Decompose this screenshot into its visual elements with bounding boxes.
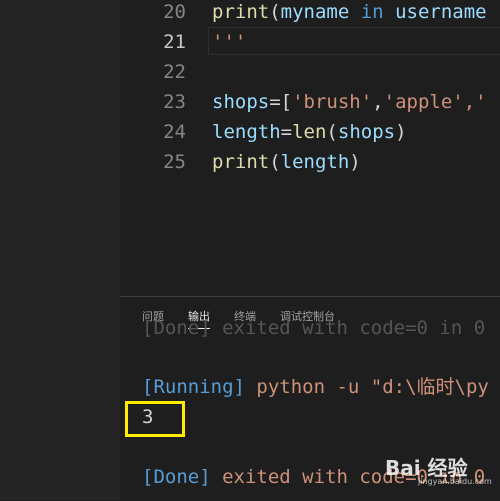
- line-number: 21: [163, 31, 186, 53]
- code-token: ): [349, 151, 361, 173]
- code-token: ): [395, 121, 407, 143]
- code-line-22[interactable]: 22: [120, 57, 500, 87]
- output-scrolled-line: [Done] exited with code=0 in 0: [142, 317, 486, 339]
- running-label: [Running]: [142, 376, 245, 398]
- line-number: 20: [163, 1, 186, 23]
- code-token: (: [326, 121, 338, 143]
- code-token: =[: [269, 91, 293, 113]
- output-running-line: [Running] python -u "d:\临时\py: [142, 374, 489, 400]
- code-token: (: [269, 1, 281, 23]
- code-line-21[interactable]: 21 ''': [120, 27, 500, 57]
- code-line-23[interactable]: 23 shops=['brush','apple',': [120, 87, 500, 117]
- code-token: len: [292, 121, 327, 143]
- code-token: shops: [337, 121, 396, 143]
- watermark-url: jingyan.baidu.com: [418, 477, 492, 486]
- code-token: 'apple': [383, 91, 464, 113]
- code-editor[interactable]: 20 print(myname in username 21 ''' 22 23…: [120, 0, 500, 296]
- code-token: ''': [212, 31, 247, 53]
- code-token: length: [280, 151, 350, 173]
- line-number: 25: [163, 151, 186, 173]
- code-token: ,: [372, 91, 384, 113]
- code-token: ,': [463, 91, 487, 113]
- code-token: print: [212, 151, 270, 173]
- result-highlight-box: [125, 401, 185, 437]
- line-number: 22: [163, 61, 186, 83]
- done-label: [Done]: [142, 466, 211, 488]
- code-text: print(myname in username: [212, 0, 487, 27]
- code-line-25[interactable]: 25 print(length): [120, 147, 500, 177]
- code-line-20[interactable]: 20 print(myname in username: [120, 0, 500, 27]
- code-token: myname: [280, 1, 350, 23]
- code-token: (: [269, 151, 281, 173]
- code-token: shops: [212, 91, 270, 113]
- activity-sidebar: [0, 0, 120, 500]
- line-number: 24: [163, 121, 186, 143]
- code-token: length: [212, 121, 281, 143]
- code-token: 'brush': [292, 91, 373, 113]
- line-number: 23: [163, 91, 186, 113]
- code-text: shops=['brush','apple',': [212, 87, 487, 117]
- code-token: in: [349, 1, 396, 23]
- code-token: username: [395, 1, 487, 23]
- code-token: print: [212, 1, 270, 23]
- code-text: ''': [212, 27, 246, 57]
- code-token: =: [280, 121, 293, 143]
- running-command: python -u "d:\临时\py: [256, 376, 489, 398]
- code-line-24[interactable]: 24 length=len(shops): [120, 117, 500, 147]
- code-text: length=len(shops): [212, 117, 407, 147]
- code-text: print(length): [212, 147, 361, 177]
